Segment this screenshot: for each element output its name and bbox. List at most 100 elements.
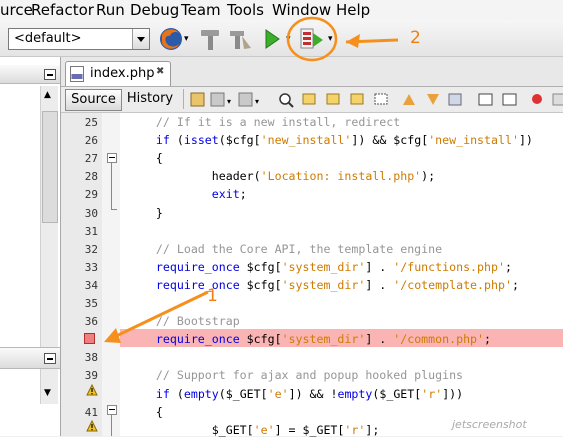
code-token: $cfg[ — [239, 332, 282, 347]
minimize-icon[interactable] — [44, 69, 56, 80]
code-token: ; — [504, 259, 512, 274]
tab-label: index.php — [90, 66, 155, 81]
code-token: $cfg[ — [239, 259, 282, 274]
menu-source[interactable]: urce — [0, 0, 33, 20]
code-line: exit; — [128, 187, 247, 201]
fold-line — [111, 163, 112, 209]
code-line: // Load the Core API, the template engin… — [128, 242, 442, 256]
chevron-down-icon[interactable]: ▾ — [328, 34, 333, 44]
line-number: 34 — [84, 278, 98, 292]
code-token: if — [155, 133, 170, 148]
code-token: ; — [484, 332, 491, 347]
code-line: { — [128, 151, 163, 165]
code-token: ( — [169, 386, 184, 401]
code-token: 'e' — [253, 422, 275, 437]
code-token: '/functions.php' — [393, 259, 505, 274]
code-token: if — [155, 386, 170, 401]
code-token: 'e' — [267, 386, 289, 401]
code-token: // Load the Core API, the template engin… — [128, 241, 443, 256]
code-line: require_once $cfg['system_dir'] . '/cote… — [128, 278, 519, 292]
annotation-label-2: 2 — [410, 28, 421, 48]
code-token: header( — [128, 169, 261, 184]
highlight-icon — [374, 93, 388, 105]
code-token: $cfg[ — [239, 277, 282, 292]
code-line: // Support for ajax and popup hooked plu… — [128, 368, 463, 382]
code-token: ($_GET[ — [372, 386, 422, 401]
code-token: 'r' — [421, 386, 443, 401]
code-token: $_GET[ — [128, 422, 254, 437]
line-number: 31 — [84, 224, 98, 238]
code-token: 'new_install' — [428, 133, 519, 148]
code-token: require_once — [155, 259, 240, 274]
line-number: 25 — [84, 116, 98, 129]
close-icon[interactable]: ✖ — [156, 66, 164, 77]
minimize-icon[interactable] — [44, 353, 56, 364]
search-icon — [279, 93, 294, 108]
line-number: 30 — [84, 206, 98, 220]
svg-text:▾: ▾ — [227, 97, 231, 106]
fold-toggle[interactable] — [107, 405, 117, 415]
line-number: 35 — [84, 297, 98, 310]
code-token: ])) — [442, 386, 464, 401]
fold-line — [111, 209, 117, 210]
hammer-icon[interactable] — [198, 26, 222, 52]
config-combobox[interactable]: <default> — [8, 28, 150, 50]
config-value: <default> — [14, 31, 82, 46]
shift-left-icon — [478, 93, 493, 106]
menu-team[interactable]: Team — [181, 0, 221, 20]
code-token: 'new_install' — [260, 133, 352, 148]
scroll-down-icon[interactable]: ▼ — [44, 388, 51, 398]
scroll-up-icon[interactable]: ▲ — [44, 90, 51, 100]
projects-panel: ▲ ▼ — [0, 57, 61, 436]
code-token: '/common.php' — [393, 332, 485, 347]
menu-window[interactable]: Window — [272, 0, 331, 20]
run-icon[interactable] — [264, 29, 280, 49]
code-token: 'r' — [344, 422, 366, 437]
code-token: ]) — [518, 133, 533, 148]
chevron-down-icon[interactable] — [132, 29, 149, 49]
menu-help[interactable]: Help — [336, 0, 370, 20]
fold-toggle[interactable] — [107, 153, 117, 163]
code-token: ); — [421, 169, 436, 184]
code-token: { — [128, 404, 163, 419]
line-number: 28 — [84, 170, 98, 184]
next-bookmark-icon — [427, 94, 439, 105]
code-line: require_once $cfg['system_dir'] . '/comm… — [128, 332, 491, 346]
shift-right-icon — [502, 93, 517, 106]
annotation-label-1: 1 — [207, 286, 218, 306]
chevron-down-icon[interactable]: ▾ — [184, 34, 189, 44]
breakpoint-icon[interactable] — [84, 333, 95, 344]
code-line: $_GET['e'] = $_GET['r']; — [128, 422, 380, 437]
source-button[interactable]: Source — [65, 89, 122, 111]
code-token: 'Location: install.php' — [260, 169, 422, 184]
menu-tools[interactable]: Tools — [227, 0, 264, 20]
warning-icon[interactable] — [86, 420, 98, 432]
editor-tool-icons: ▾ ▾ — [190, 92, 563, 108]
clean-build-icon[interactable] — [227, 26, 253, 52]
code-token: ]) && $cfg[ — [351, 133, 429, 148]
menu-run[interactable]: Run — [96, 0, 125, 20]
chevron-down-icon[interactable]: ▾ — [286, 34, 291, 44]
line-number: 29 — [84, 188, 98, 202]
code-token: empty — [337, 386, 373, 401]
firefox-icon[interactable] — [158, 26, 184, 52]
history-button[interactable]: History — [125, 89, 175, 109]
separator — [183, 89, 184, 109]
debug-icon[interactable] — [300, 28, 324, 50]
find-next-icon — [326, 93, 340, 105]
back-icon — [210, 92, 225, 107]
line-number: 39 — [84, 369, 98, 383]
warning-icon[interactable] — [86, 384, 98, 396]
editor-tab-bar: index.php ✖ — [61, 57, 563, 87]
code-token: 'system_dir' — [281, 277, 366, 292]
tab-index-php[interactable]: index.php ✖ — [65, 61, 171, 86]
prev-bookmark-icon — [403, 94, 415, 105]
line-number: 26 — [84, 134, 98, 148]
code-token: ] . — [365, 259, 394, 274]
menu-refactor[interactable]: Refactor — [31, 0, 94, 20]
editor-toolbar: Source History ▾ ▾ — [61, 87, 563, 113]
menu-debug[interactable]: Debug — [130, 0, 179, 20]
scroll-thumb[interactable] — [42, 111, 58, 223]
